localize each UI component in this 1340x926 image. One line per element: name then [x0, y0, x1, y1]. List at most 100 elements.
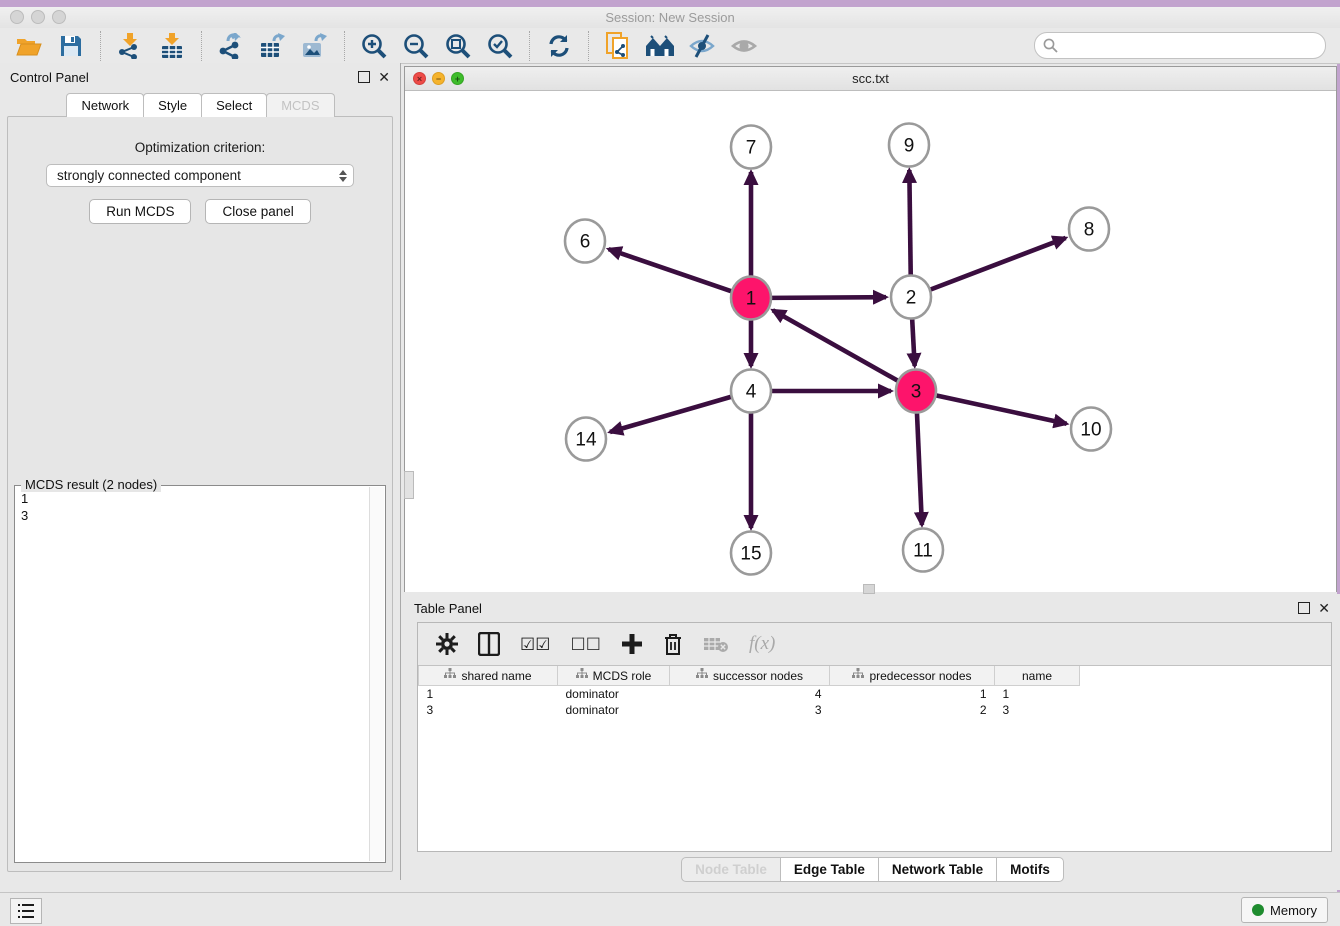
edge-1-2[interactable] [772, 297, 886, 298]
tab-motifs[interactable]: Motifs [996, 857, 1064, 882]
mcds-result-text[interactable]: 1 3 [21, 490, 369, 860]
import-table-icon[interactable] [157, 32, 187, 60]
svg-text:6: 6 [580, 232, 591, 253]
graph-node-10[interactable]: 10 [1071, 408, 1111, 451]
task-history-button[interactable] [10, 898, 42, 924]
table-panel-title: Table Panel [414, 601, 482, 616]
table-cell[interactable]: 1 [830, 686, 995, 703]
svg-text:1: 1 [746, 289, 757, 310]
graph-node-14[interactable]: 14 [566, 418, 606, 461]
zoom-selected-icon[interactable] [485, 32, 515, 60]
float-table-panel-icon[interactable] [1298, 602, 1310, 614]
table-cell[interactable]: 4 [670, 686, 830, 703]
search-field[interactable] [1034, 32, 1326, 59]
desktop-background-strip [0, 0, 1340, 7]
splitter-handle[interactable] [404, 471, 414, 499]
mcds-result-box: MCDS result (2 nodes) 1 3 [14, 485, 386, 863]
hide-selected-icon[interactable] [687, 32, 717, 60]
table-cell[interactable]: dominator [558, 702, 670, 718]
split-columns-icon[interactable] [478, 632, 500, 656]
save-icon[interactable] [56, 32, 86, 60]
tab-style[interactable]: Style [143, 93, 202, 117]
column-header-successor-nodes[interactable]: successor nodes [670, 666, 830, 686]
close-panel-icon[interactable]: ✕ [378, 72, 390, 82]
first-neighbors-icon[interactable] [645, 32, 675, 60]
network-window-titlebar[interactable]: × − + scc.txt [405, 67, 1336, 91]
select-all-icon[interactable]: ☑☑ [520, 636, 550, 653]
graph-node-6[interactable]: 6 [565, 220, 605, 263]
export-image-icon[interactable] [300, 32, 330, 60]
mcds-tab-content: Optimization criterion: strongly connect… [7, 116, 393, 872]
result-scrollbar[interactable] [369, 487, 384, 861]
graph-node-15[interactable]: 15 [731, 532, 771, 575]
graph-node-2[interactable]: 2 [891, 276, 931, 319]
close-table-panel-icon[interactable]: ✕ [1318, 603, 1330, 613]
zoom-in-icon[interactable] [359, 32, 389, 60]
delete-column-icon[interactable] [663, 633, 683, 656]
tab-node-table[interactable]: Node Table [681, 857, 781, 882]
table-cell[interactable]: 1 [419, 686, 558, 703]
table-cell[interactable]: 3 [419, 702, 558, 718]
float-panel-icon[interactable] [358, 71, 370, 83]
svg-text:9: 9 [904, 136, 915, 157]
table-cell[interactable]: 1 [995, 686, 1080, 703]
column-header-shared-name[interactable]: shared name [419, 666, 558, 686]
table-cell[interactable]: 3 [670, 702, 830, 718]
tab-select[interactable]: Select [201, 93, 267, 117]
network-canvas[interactable]: 1 2 3 4 6 7 8 9 10 11 14 15 [405, 91, 1336, 592]
edge-3-10[interactable] [937, 395, 1067, 423]
table-cell[interactable]: dominator [558, 686, 670, 703]
memory-button[interactable]: Memory [1241, 897, 1328, 923]
zoom-out-icon[interactable] [401, 32, 431, 60]
new-network-from-selection-icon[interactable] [603, 32, 633, 60]
edge-3-1[interactable] [773, 310, 898, 380]
column-header-name[interactable]: name [995, 666, 1080, 686]
optimization-criterion-select[interactable]: strongly connected component [46, 164, 354, 187]
edge-2-8[interactable] [931, 238, 1066, 290]
table-row[interactable]: 3dominator323 [419, 702, 1080, 718]
edge-2-3[interactable] [912, 318, 915, 366]
memory-label: Memory [1270, 903, 1317, 918]
gear-icon[interactable] [436, 633, 458, 655]
edge-3-11[interactable] [917, 412, 922, 525]
zoom-fit-icon[interactable] [443, 32, 473, 60]
node-table[interactable]: shared nameMCDS rolesuccessor nodesprede… [418, 666, 1080, 718]
graph-node-8[interactable]: 8 [1069, 208, 1109, 251]
run-mcds-button[interactable]: Run MCDS [89, 199, 191, 224]
table-area: ☑☑ ☐☐ f(x) shared nameMCDS rolesuccessor… [417, 622, 1332, 852]
close-panel-button[interactable]: Close panel [205, 199, 310, 224]
svg-text:7: 7 [746, 138, 757, 159]
edge-4-14[interactable] [610, 397, 731, 432]
table-cell[interactable]: 3 [995, 702, 1080, 718]
network-graph[interactable]: 1 2 3 4 6 7 8 9 10 11 14 15 [405, 91, 1336, 592]
tab-edge-table[interactable]: Edge Table [780, 857, 879, 882]
canvas-scroll-handle[interactable] [863, 584, 875, 594]
graph-node-9[interactable]: 9 [889, 124, 929, 167]
search-input[interactable] [1058, 36, 1325, 56]
import-network-icon[interactable] [115, 32, 145, 60]
show-all-icon[interactable] [729, 32, 759, 60]
edge-2-9[interactable] [909, 170, 910, 276]
column-header-predecessor-nodes[interactable]: predecessor nodes [830, 666, 995, 686]
tab-network[interactable]: Network [66, 93, 144, 117]
edge-1-6[interactable] [609, 249, 731, 291]
table-row[interactable]: 1dominator411 [419, 686, 1080, 703]
column-header-MCDS-role[interactable]: MCDS role [558, 666, 670, 686]
export-network-icon[interactable] [216, 32, 246, 60]
graph-node-4[interactable]: 4 [731, 370, 771, 413]
control-panel: Control Panel ✕ NetworkStyleSelectMCDS O… [0, 63, 401, 880]
graph-node-3[interactable]: 3 [896, 370, 936, 413]
tab-network-table[interactable]: Network Table [878, 857, 997, 882]
optimization-criterion-label: Optimization criterion: [8, 140, 392, 155]
open-folder-icon[interactable] [14, 32, 44, 60]
graph-node-7[interactable]: 7 [731, 126, 771, 169]
export-table-icon[interactable] [258, 32, 288, 60]
add-column-icon[interactable] [621, 633, 643, 655]
graph-node-1[interactable]: 1 [731, 277, 771, 320]
graph-node-11[interactable]: 11 [903, 529, 943, 572]
tab-mcds[interactable]: MCDS [266, 93, 334, 117]
refresh-icon[interactable] [544, 32, 574, 60]
deselect-all-icon[interactable]: ☐☐ [570, 636, 600, 653]
svg-text:3: 3 [911, 382, 922, 403]
table-cell[interactable]: 2 [830, 702, 995, 718]
